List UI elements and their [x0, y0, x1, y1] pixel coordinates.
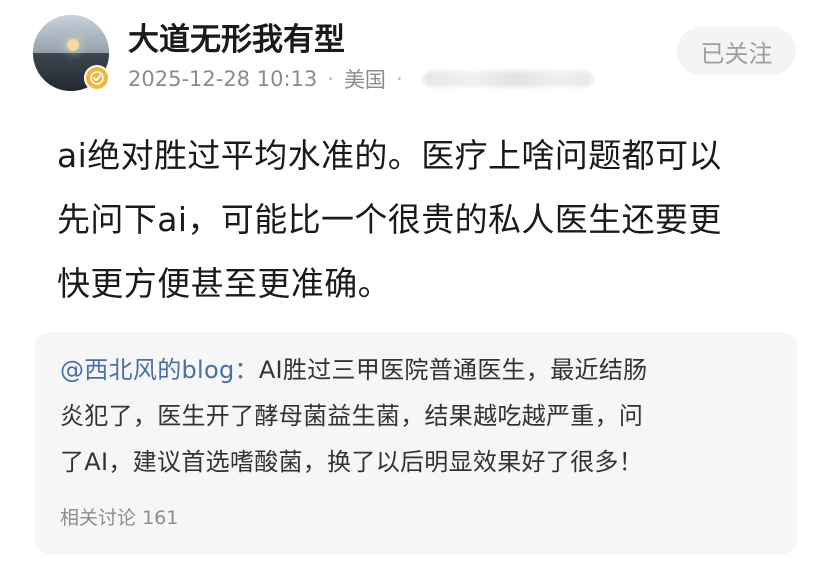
quoted-line: 了AI，建议首选嗜酸菌，换了以后明显效果好了很多！: [60, 448, 643, 476]
quoted-text: @西北风的blog：AI胜过三甲医院普通医生，最近结肠 炎犯了，医生开了酵母菌益…: [60, 350, 647, 488]
mention-link[interactable]: @西北风的blog：: [60, 356, 259, 384]
post-location: 美国: [343, 68, 386, 92]
quoted-line: AI胜过三甲医院普通医生，最近结肠: [258, 356, 648, 384]
following-button[interactable]: 已关注: [677, 27, 796, 75]
meta-separator: ·: [395, 67, 403, 91]
post-line: 先问下ai，可能比一个很贵的私人医生还要更: [57, 200, 722, 239]
related-count: 161: [142, 507, 179, 529]
quoted-line: 炎犯了，医生开了酵母菌益生菌，结果越吃越严重，问: [60, 402, 644, 430]
related-label: 相关讨论: [60, 507, 137, 529]
verified-badge-icon: [84, 65, 110, 91]
post-meta: 2025-12-28 10:13 · 美国 ·: [128, 64, 593, 94]
meta-separator: ·: [327, 67, 334, 91]
author-name[interactable]: 大道无形我有型: [128, 14, 345, 59]
quoted-post[interactable]: @西北风的blog：AI胜过三甲医院普通医生，最近结肠 炎犯了，医生开了酵母菌益…: [35, 332, 797, 554]
post-line: ai绝对胜过平均水准的。医疗上啥问题都可以: [57, 136, 722, 175]
post-body: ai绝对胜过平均水准的。医疗上啥问题都可以 先问下ai，可能比一个很贵的私人医生…: [57, 128, 722, 320]
post-date: 2025-12-28 10:13: [128, 67, 318, 91]
blurred-source: [422, 71, 593, 87]
post-line: 快更方便甚至更准确。: [57, 264, 391, 303]
related-discussion[interactable]: 相关讨论 161: [60, 503, 178, 530]
